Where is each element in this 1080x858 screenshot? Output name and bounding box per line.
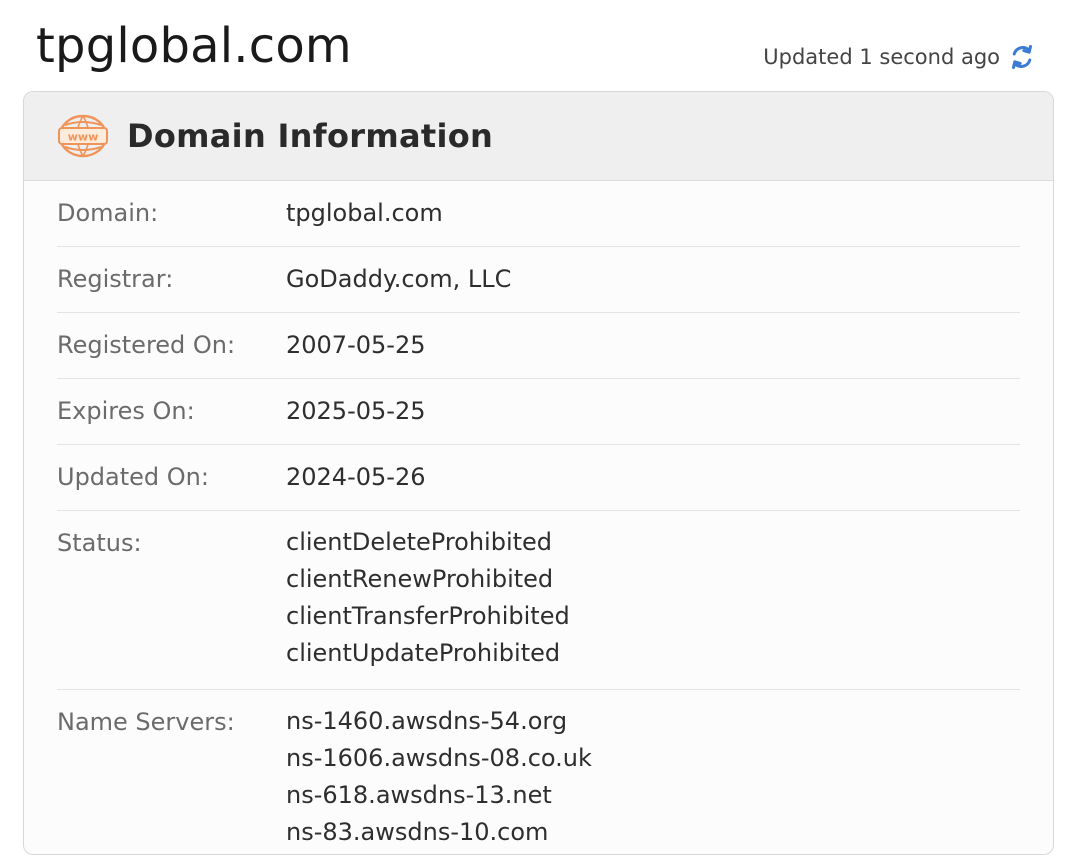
domain-information-card: www Domain Information Domain: tpglobal.…: [23, 91, 1054, 855]
updated-status: Updated 1 second ago: [763, 40, 1036, 74]
status-item: clientUpdateProhibited: [286, 639, 561, 667]
www-globe-icon: www: [57, 113, 109, 159]
svg-text:www: www: [68, 131, 99, 144]
status-item: clientRenewProhibited: [286, 565, 554, 593]
row-label: Registrar:: [57, 265, 174, 293]
status-values: clientDeleteProhibited clientRenewProhib…: [286, 527, 1020, 672]
updated-text: Updated 1 second ago: [763, 45, 1000, 69]
status-item: clientDeleteProhibited: [286, 528, 553, 556]
card-title: Domain Information: [127, 117, 494, 155]
row-domain: Domain: tpglobal.com: [57, 181, 1020, 247]
row-label: Name Servers:: [57, 708, 235, 736]
name-server-item: ns-1606.awsdns-08.co.uk: [286, 744, 592, 772]
name-server-values: ns-1460.awsdns-54.org ns-1606.awsdns-08.…: [286, 706, 1020, 851]
row-updated-on: Updated On: 2024-05-26: [57, 445, 1020, 511]
expires-on-value: 2025-05-25: [286, 397, 426, 425]
card-header: www Domain Information: [24, 92, 1053, 181]
row-registrar: Registrar: GoDaddy.com, LLC: [57, 247, 1020, 313]
page: tpglobal.com Updated 1 second ago www Do…: [0, 0, 1080, 858]
top-bar: tpglobal.com Updated 1 second ago: [0, 0, 1080, 92]
status-item: clientTransferProhibited: [286, 602, 570, 630]
domain-value: tpglobal.com: [286, 199, 443, 227]
registrar-value: GoDaddy.com, LLC: [286, 265, 512, 293]
info-rows: Domain: tpglobal.com Registrar: GoDaddy.…: [24, 181, 1053, 854]
row-status: Status: clientDeleteProhibited clientRen…: [57, 511, 1020, 690]
row-label: Expires On:: [57, 397, 195, 425]
name-server-item: ns-618.awsdns-13.net: [286, 781, 552, 809]
page-title: tpglobal.com: [36, 18, 352, 74]
row-label: Domain:: [57, 199, 159, 227]
name-server-item: ns-83.awsdns-10.com: [286, 818, 549, 846]
refresh-icon[interactable]: [1008, 43, 1036, 71]
row-registered-on: Registered On: 2007-05-25: [57, 313, 1020, 379]
row-label: Status:: [57, 529, 142, 557]
row-label: Registered On:: [57, 331, 236, 359]
updated-on-value: 2024-05-26: [286, 463, 426, 491]
row-name-servers: Name Servers: ns-1460.awsdns-54.org ns-1…: [57, 690, 1020, 854]
row-expires-on: Expires On: 2025-05-25: [57, 379, 1020, 445]
name-server-item: ns-1460.awsdns-54.org: [286, 707, 568, 735]
row-label: Updated On:: [57, 463, 209, 491]
registered-on-value: 2007-05-25: [286, 331, 426, 359]
